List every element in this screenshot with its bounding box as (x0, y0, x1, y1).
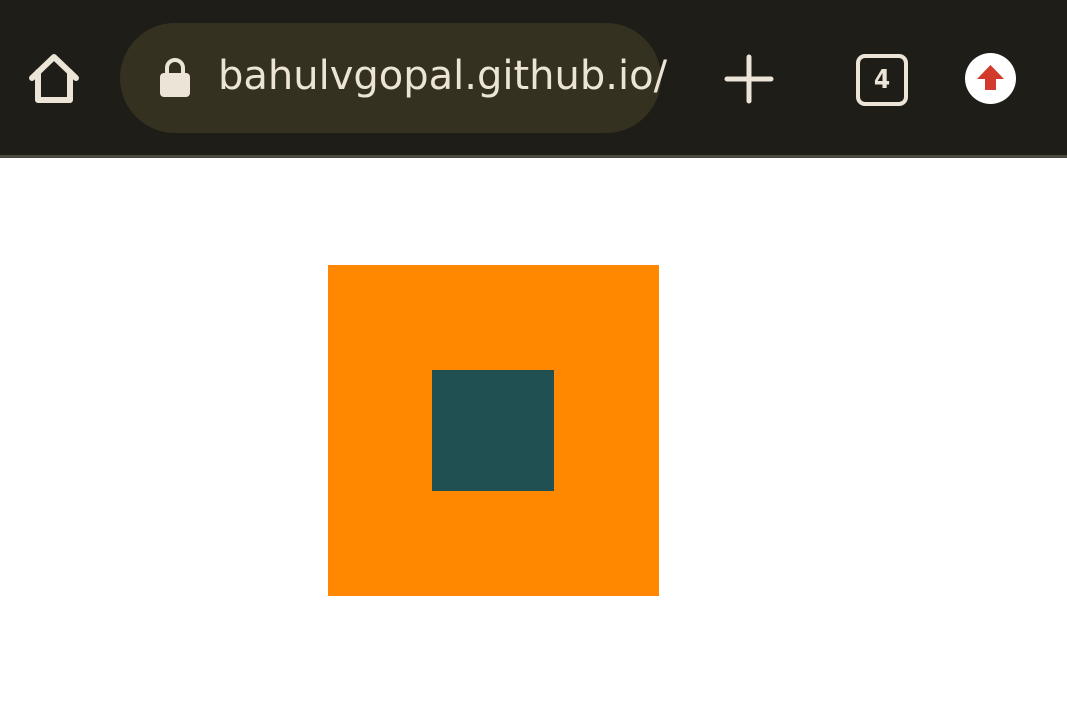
menu-button[interactable] (965, 53, 1016, 104)
home-button[interactable] (26, 50, 82, 106)
tab-switcher-button[interactable]: 4 (856, 54, 908, 106)
plus-icon (724, 54, 774, 104)
orange-square (328, 265, 659, 596)
url-text: bahulvgopal.github.io/ (218, 53, 668, 99)
browser-toolbar: bahulvgopal.github.io/ 4 (0, 0, 1067, 158)
arrow-up-icon (977, 65, 1004, 90)
home-icon (29, 54, 79, 103)
teal-square (432, 370, 554, 491)
lock-icon (160, 58, 190, 97)
address-bar[interactable]: bahulvgopal.github.io/ (120, 23, 667, 133)
new-tab-button[interactable] (724, 54, 774, 104)
